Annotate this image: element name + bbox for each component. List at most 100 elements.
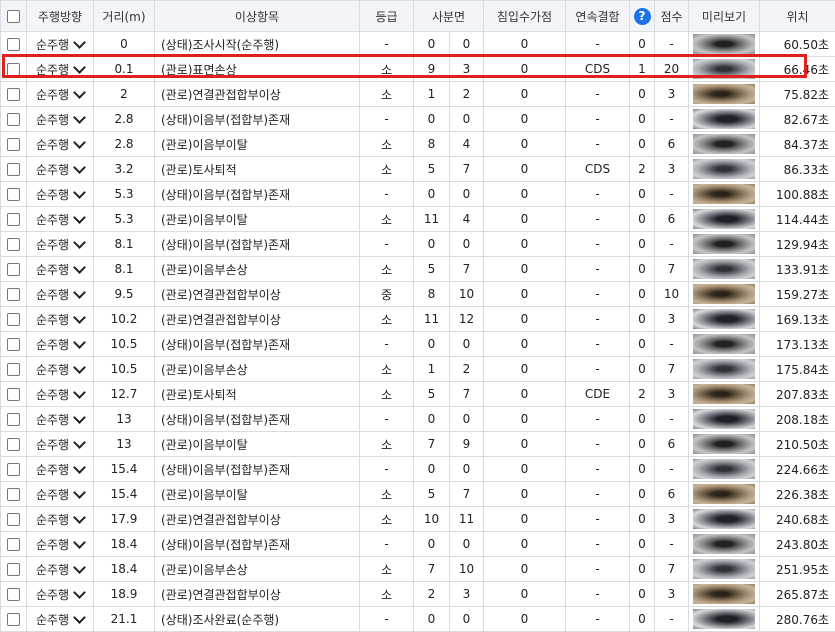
preview-thumbnail[interactable] [693, 184, 755, 204]
preview-thumbnail[interactable] [693, 459, 755, 479]
row-select-cell[interactable] [1, 32, 27, 57]
preview-thumbnail[interactable] [693, 59, 755, 79]
chevron-down-icon[interactable] [73, 311, 86, 324]
header-score[interactable]: 점수 [655, 1, 689, 32]
table-row[interactable]: 순주행8.1(관로)이음부손상소570-07133.91초 [1, 257, 835, 282]
preview-cell[interactable] [689, 82, 760, 107]
table-row[interactable]: 순주행5.3(관로)이음부이탈소1140-06114.44초 [1, 207, 835, 232]
direction-cell[interactable]: 순주행 [27, 257, 94, 282]
direction-cell[interactable]: 순주행 [27, 107, 94, 132]
direction-cell[interactable]: 순주행 [27, 407, 94, 432]
direction-cell[interactable]: 순주행 [27, 332, 94, 357]
chevron-down-icon[interactable] [73, 36, 86, 49]
row-select-cell[interactable] [1, 332, 27, 357]
preview-cell[interactable] [689, 557, 760, 582]
direction-cell[interactable]: 순주행 [27, 82, 94, 107]
preview-cell[interactable] [689, 582, 760, 607]
table-row[interactable]: 순주행15.4(상태)이음부(접합부)존재-000-0-224.66초 [1, 457, 835, 482]
preview-thumbnail[interactable] [693, 259, 755, 279]
row-select-cell[interactable] [1, 507, 27, 532]
row-checkbox[interactable] [7, 613, 20, 626]
preview-thumbnail[interactable] [693, 509, 755, 529]
chevron-down-icon[interactable] [73, 236, 86, 249]
row-checkbox[interactable] [7, 113, 20, 126]
row-select-cell[interactable] [1, 382, 27, 407]
table-row[interactable]: 순주행21.1(상태)조사완료(순주행)-000-0-280.76초 [1, 607, 835, 632]
row-checkbox[interactable] [7, 88, 20, 101]
table-row[interactable]: 순주행18.4(관로)이음부손상소7100-07251.95초 [1, 557, 835, 582]
row-select-cell[interactable] [1, 532, 27, 557]
table-row[interactable]: 순주행0(상태)조사시작(순주행)-000-0-60.50초 [1, 32, 835, 57]
direction-select[interactable]: 순주행 [27, 361, 93, 378]
chevron-down-icon[interactable] [73, 261, 86, 274]
direction-cell[interactable]: 순주행 [27, 182, 94, 207]
preview-thumbnail[interactable] [693, 609, 755, 629]
preview-thumbnail[interactable] [693, 159, 755, 179]
position-cell[interactable]: 82.67초 [760, 107, 835, 132]
table-row[interactable]: 순주행18.9(관로)연결관접합부이상소230-03265.87초 [1, 582, 835, 607]
row-select-cell[interactable] [1, 582, 27, 607]
direction-select[interactable]: 순주행 [27, 311, 93, 328]
preview-cell[interactable] [689, 457, 760, 482]
direction-select[interactable]: 순주행 [27, 286, 93, 303]
chevron-down-icon[interactable] [73, 111, 86, 124]
preview-thumbnail[interactable] [693, 234, 755, 254]
direction-select[interactable]: 순주행 [27, 536, 93, 553]
position-cell[interactable]: 84.37초 [760, 132, 835, 157]
preview-cell[interactable] [689, 607, 760, 632]
preview-cell[interactable] [689, 182, 760, 207]
row-checkbox[interactable] [7, 313, 20, 326]
chevron-down-icon[interactable] [73, 136, 86, 149]
row-select-cell[interactable] [1, 407, 27, 432]
preview-cell[interactable] [689, 382, 760, 407]
direction-cell[interactable]: 순주행 [27, 232, 94, 257]
direction-select[interactable]: 순주행 [27, 136, 93, 153]
table-row[interactable]: 순주행13(관로)이음부이탈소790-06210.50초 [1, 432, 835, 457]
preview-thumbnail[interactable] [693, 434, 755, 454]
preview-cell[interactable] [689, 282, 760, 307]
table-row[interactable]: 순주행5.3(상태)이음부(접합부)존재-000-0-100.88초 [1, 182, 835, 207]
direction-cell[interactable]: 순주행 [27, 382, 94, 407]
direction-cell[interactable]: 순주행 [27, 132, 94, 157]
row-checkbox[interactable] [7, 213, 20, 226]
row-select-cell[interactable] [1, 157, 27, 182]
direction-select[interactable]: 순주행 [27, 111, 93, 128]
direction-select[interactable]: 순주행 [27, 36, 93, 53]
row-select-cell[interactable] [1, 132, 27, 157]
position-cell[interactable]: 265.87초 [760, 582, 835, 607]
table-row[interactable]: 순주행17.9(관로)연결관접합부이상소10110-03240.68초 [1, 507, 835, 532]
chevron-down-icon[interactable] [73, 386, 86, 399]
chevron-down-icon[interactable] [73, 286, 86, 299]
chevron-down-icon[interactable] [73, 486, 86, 499]
preview-cell[interactable] [689, 332, 760, 357]
chevron-down-icon[interactable] [73, 61, 86, 74]
preview-thumbnail[interactable] [693, 309, 755, 329]
row-select-cell[interactable] [1, 357, 27, 382]
position-cell[interactable]: 240.68초 [760, 507, 835, 532]
preview-cell[interactable] [689, 257, 760, 282]
direction-select[interactable]: 순주행 [27, 561, 93, 578]
row-checkbox[interactable] [7, 513, 20, 526]
chevron-down-icon[interactable] [73, 361, 86, 374]
direction-select[interactable]: 순주행 [27, 411, 93, 428]
header-quadrant[interactable]: 사분면 [414, 1, 484, 32]
chevron-down-icon[interactable] [73, 586, 86, 599]
row-checkbox[interactable] [7, 388, 20, 401]
chevron-down-icon[interactable] [73, 411, 86, 424]
direction-cell[interactable]: 순주행 [27, 32, 94, 57]
preview-cell[interactable] [689, 57, 760, 82]
header-distance[interactable]: 거리(m) [94, 1, 155, 32]
row-checkbox[interactable] [7, 288, 20, 301]
chevron-down-icon[interactable] [73, 611, 86, 624]
preview-thumbnail[interactable] [693, 84, 755, 104]
position-cell[interactable]: 169.13초 [760, 307, 835, 332]
row-select-cell[interactable] [1, 182, 27, 207]
row-select-cell[interactable] [1, 482, 27, 507]
table-row[interactable]: 순주행3.2(관로)토사퇴적소570CDS2386.33초 [1, 157, 835, 182]
row-select-cell[interactable] [1, 107, 27, 132]
chevron-down-icon[interactable] [73, 561, 86, 574]
direction-cell[interactable]: 순주행 [27, 57, 94, 82]
table-row[interactable]: 순주행10.5(상태)이음부(접합부)존재-000-0-173.13초 [1, 332, 835, 357]
header-grade[interactable]: 등급 [360, 1, 414, 32]
preview-thumbnail[interactable] [693, 359, 755, 379]
